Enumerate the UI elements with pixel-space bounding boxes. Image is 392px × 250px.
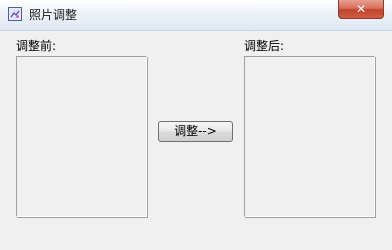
photo-adjust-window: 照片调整 ✕ 调整前: 调整后: 调整--> [0,0,392,250]
close-button[interactable]: ✕ [338,0,384,19]
before-label: 调整前: [16,39,57,53]
title-bar[interactable]: 照片调整 ✕ [0,0,392,31]
after-label: 调整后: [244,39,285,53]
after-image-panel [244,56,375,217]
adjust-button[interactable]: 调整--> [158,121,233,142]
photo-adjust-icon [8,7,22,21]
window-title: 照片调整 [29,8,78,22]
before-image-panel [16,56,147,217]
